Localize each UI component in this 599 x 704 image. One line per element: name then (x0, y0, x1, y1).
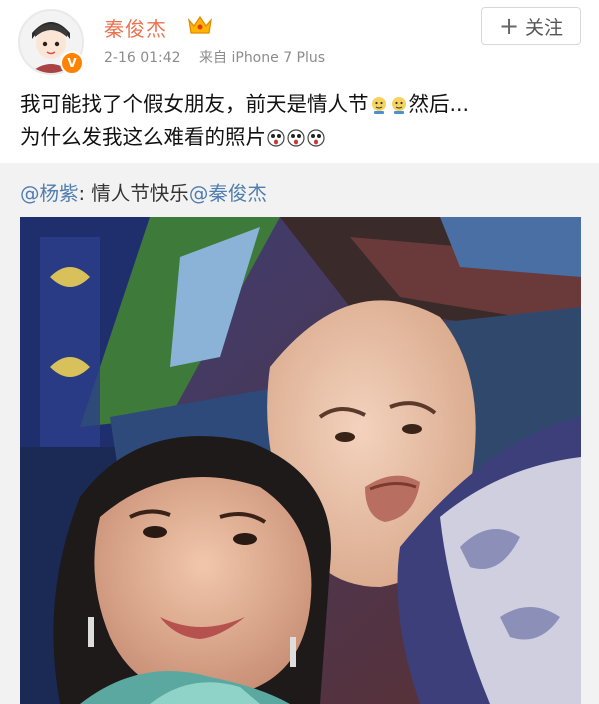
shocked-emoji (267, 129, 285, 147)
post-text-line1-end: 然后... (408, 92, 470, 116)
repost-mention-link[interactable]: @秦俊杰 (189, 182, 267, 205)
avatar[interactable]: V (18, 9, 84, 75)
selfie-photo-illustration (20, 217, 581, 704)
post-source: 来自 iPhone 7 Plus (199, 50, 326, 66)
post-text-line2: 为什么发我这么难看的照片 (20, 125, 266, 149)
crown-icon (188, 15, 212, 34)
repost-author-link[interactable]: @杨紫 (20, 182, 79, 205)
shocked-emoji (307, 129, 325, 147)
verified-badge: V (60, 51, 84, 75)
repost-body: 情人节快乐 (91, 182, 189, 205)
post-meta: 2-16 01:42 来自 iPhone 7 Plus (104, 47, 325, 67)
repost-colon: : (78, 182, 92, 205)
weibo-post: V 秦俊杰 2-16 01:42 来自 iPhone 7 Plus + 关注 我… (0, 0, 599, 704)
post-text: 我可能找了个假女朋友，前天是情人节 然后... 为什么发我这么难看的照片 (20, 88, 582, 154)
shocked-emoji (287, 129, 305, 147)
doge-emoji (371, 97, 386, 114)
post-timestamp: 2-16 01:42 (104, 50, 181, 66)
username[interactable]: 秦俊杰 (104, 13, 167, 42)
repost-text: @杨紫: 情人节快乐@秦俊杰 (20, 177, 267, 206)
follow-button[interactable]: + 关注 (481, 7, 581, 45)
follow-label: 关注 (525, 16, 564, 39)
post-photo[interactable] (20, 217, 581, 704)
post-text-line1: 我可能找了个假女朋友，前天是情人节 (20, 92, 369, 116)
plus-icon: + (498, 12, 520, 40)
doge-emoji (391, 97, 406, 114)
